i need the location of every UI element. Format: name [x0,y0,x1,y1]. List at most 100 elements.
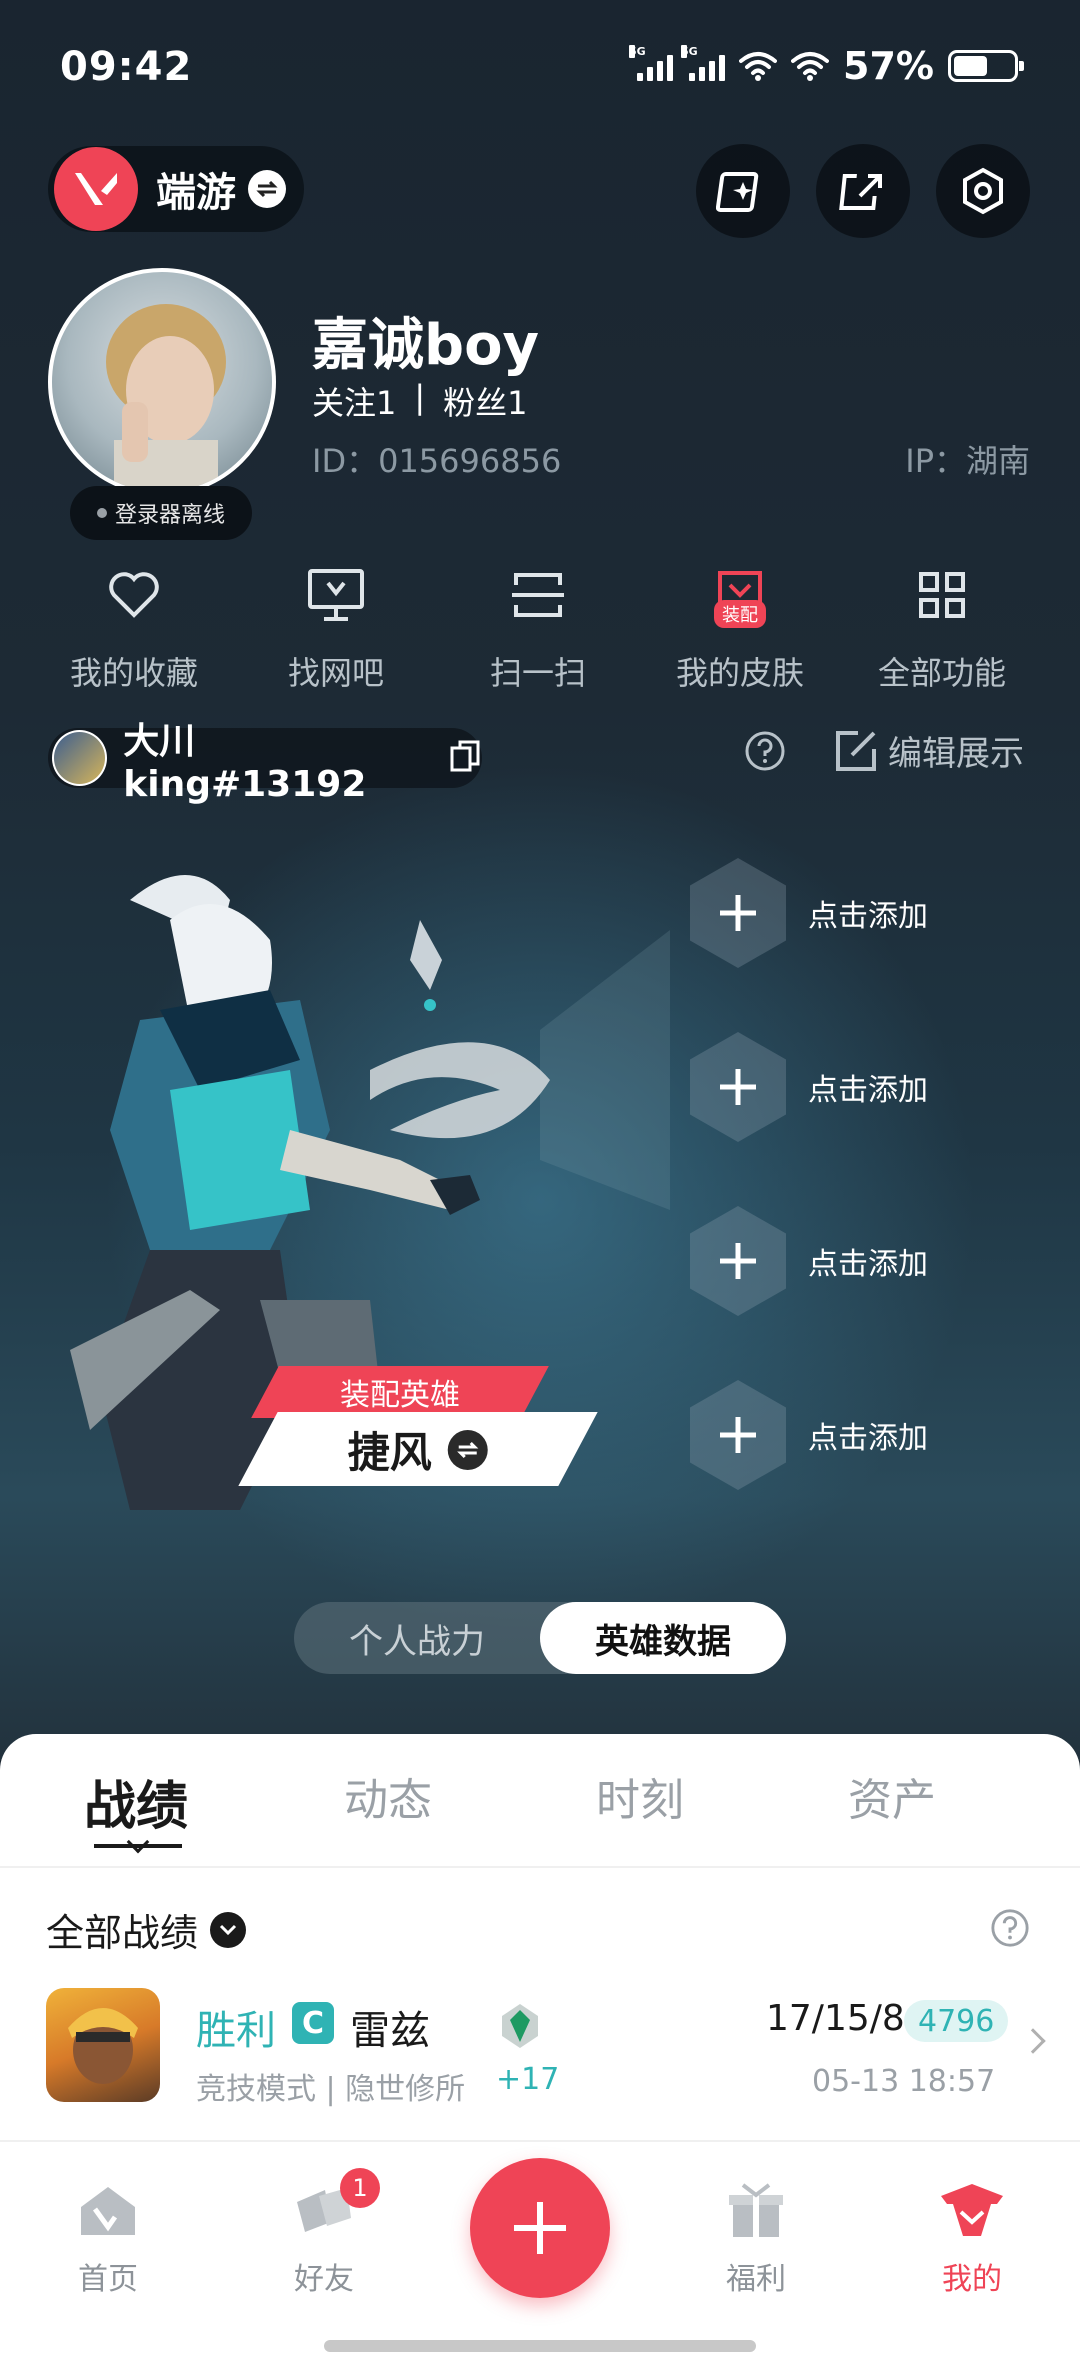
gift-icon [729,2183,783,2237]
add-slot-label: 点击添加 [808,1247,928,1282]
user-id: ID：015696856 [312,442,562,480]
game-switch-button[interactable]: 端游 [48,146,304,232]
valorant-logo-icon [54,147,138,231]
add-slot-3[interactable]: 点击添加 [690,1206,990,1316]
avatar[interactable] [48,268,276,496]
help-icon[interactable] [990,1908,1030,1952]
battery-percent: 57% [843,44,934,88]
nav-label: 我的 [942,2262,1002,2297]
home-indicator[interactable] [324,2340,756,2352]
game-name: 端游 [156,170,236,216]
rank-letter-badge: C [292,2002,334,2044]
status-bar: 09:42 5G 5G 57% [0,0,1080,140]
online-status-pill: 登录器离线 [70,486,252,540]
rank-emerald-icon [502,2004,538,2048]
help-icon[interactable] [744,730,786,776]
wifi-icon [739,51,778,81]
monitor-icon [308,569,364,621]
plus-icon [514,2202,566,2254]
network-type-label-2: 5G [681,45,698,58]
records-filter-dropdown[interactable]: 全部战绩 [46,1902,247,1957]
share-icon [839,174,882,210]
avatar-portrait [106,304,226,492]
nav-me[interactable]: 我的 [902,2176,1042,2298]
nav-home[interactable]: 首页 [38,2176,178,2298]
tab-feed[interactable]: 动态 [262,1764,514,1839]
username: 嘉诚boy [312,313,540,378]
equipped-hero-label: 装配英雄 [340,1378,460,1413]
quick-action-scan[interactable]: 扫一扫 [438,560,638,694]
swap-icon [448,1429,488,1469]
rank-delta: +17 [496,2062,560,2097]
cellular-signal-icon-2: 5G [681,45,726,81]
star-edit-button[interactable] [696,144,790,238]
profile-tabs: 战绩 动态 时刻 资产 [0,1764,1080,1839]
match-record-row[interactable]: 胜利 C 雷兹 竞技模式 | 隐世修所 +17 17/15/8 4796 05-… [46,1988,1046,2108]
scan-icon [512,573,564,617]
follow-stats: 关注1 | 粉丝1 [312,378,528,424]
status-icons: 5G 5G 57% [629,44,1024,88]
nav-label: 首页 [78,2262,138,2297]
network-type-label: 5G [629,45,646,58]
settings-button[interactable] [936,144,1030,238]
quick-action-label: 我的皮肤 [675,654,804,692]
create-post-button[interactable] [470,2158,610,2298]
star-edit-icon [716,172,759,212]
battery-fill [954,56,988,76]
match-agent: 雷兹 [350,2008,430,2054]
agent-avatar [46,1988,160,2102]
ip-location: IP：湖南 [905,442,1030,480]
tab-records[interactable]: 战绩 [10,1764,262,1839]
edit-showcase-label: 编辑展示 [888,734,1024,774]
quick-action-label: 我的收藏 [69,654,198,692]
clock: 09:42 [60,44,193,90]
toggle-personal-power[interactable]: 个人战力 [294,1602,540,1674]
nav-welfare[interactable]: 福利 [686,2176,826,2298]
plus-icon [690,1206,786,1316]
match-mode: 竞技模式 | 隐世修所 [196,2072,466,2107]
grid-icon [919,572,965,618]
skin-badge: 装配 [714,600,766,628]
share-button[interactable] [816,144,910,238]
nav-label: 好友 [294,2262,354,2297]
profile-agent-icon [941,2184,1003,2236]
tab-moments[interactable]: 时刻 [514,1764,766,1839]
edit-showcase-button[interactable]: 编辑展示 [834,726,1024,775]
plus-icon [690,858,786,968]
match-time: 05-13 18:57 [812,2064,996,2099]
add-slot-label: 点击添加 [808,1421,928,1456]
status-dot-icon [96,508,107,518]
add-slot-label: 点击添加 [808,1073,928,1108]
following-count[interactable]: 关注1 [312,378,396,424]
quick-action-label: 扫一扫 [489,654,586,692]
followers-count[interactable]: 粉丝1 [443,378,527,424]
add-slot-1[interactable]: 点击添加 [690,858,990,968]
quick-action-netcafe[interactable]: 找网吧 [236,560,436,694]
online-status-label: 登录器离线 [114,503,225,528]
add-slot-4[interactable]: 点击添加 [690,1380,990,1490]
nav-friends[interactable]: 1 好友 [254,2168,394,2298]
data-view-toggle[interactable]: 个人战力 英雄数据 [294,1602,786,1674]
wifi-icon-2 [791,51,830,81]
quick-action-skins[interactable]: 装配 我的皮肤 [640,560,840,694]
records-filter-label: 全部战绩 [46,1911,199,1955]
home-icon [81,2187,135,2235]
quick-action-label: 全部功能 [877,654,1006,692]
heart-icon [109,572,159,618]
copy-icon[interactable] [448,738,482,778]
quick-action-favorites[interactable]: 我的收藏 [34,560,234,694]
plus-icon [690,1032,786,1142]
game-account-pill[interactable]: 大川king#13192 [48,721,482,805]
toggle-hero-data[interactable]: 英雄数据 [540,1602,786,1674]
settings-hex-icon [963,167,1003,215]
chevron-right-icon [1020,2028,1046,2054]
quick-action-all[interactable]: 全部功能 [842,560,1042,694]
game-account-avatar [52,730,108,786]
plus-icon [690,1380,786,1490]
equipped-hero-tag: 装配英雄 [251,1366,549,1418]
agent-name: 捷风 [347,1427,432,1477]
tab-assets[interactable]: 资产 [766,1764,1018,1839]
agent-name-switch[interactable]: 捷风 [238,1412,598,1486]
stats-separator: | [414,378,426,416]
add-slot-2[interactable]: 点击添加 [690,1032,990,1142]
